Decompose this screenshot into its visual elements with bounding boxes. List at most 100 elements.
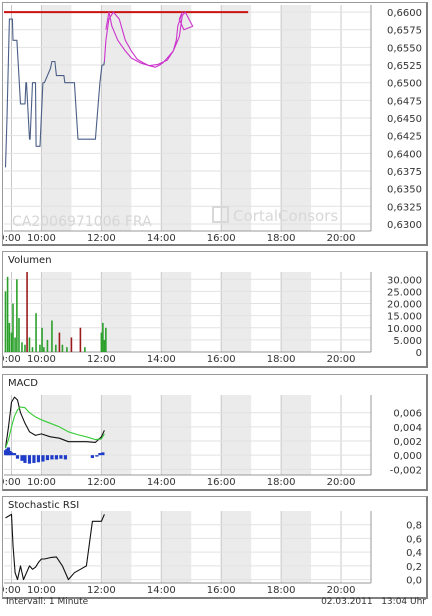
x-tick-label-2: 12:00 <box>87 477 116 488</box>
y-tick-label-4: 10.000 <box>387 324 422 335</box>
x-tick-label-6: 20:00 <box>327 477 356 488</box>
x-tick-label-2: 12:00 <box>87 354 116 365</box>
x-tick-label-4: 16:00 <box>207 477 236 488</box>
y-tick-label-2: 0,6550 <box>387 43 422 54</box>
y-tick-label-4: 0,0 <box>406 576 422 587</box>
volume-chart-panel: Volumen 30.000 25.000 20.000 15.000 10.000 5.… <box>0 251 428 368</box>
x-tick-label-6: 20:00 <box>327 233 356 244</box>
x-tick-label-5: 18:00 <box>267 354 296 365</box>
interval-label: Intervall: 1 Minute <box>6 597 89 607</box>
time-label: 13:04 Uhr <box>381 597 426 607</box>
y-tick-label-2: 0,4 <box>406 548 422 559</box>
macd-histogram-bar-17 <box>63 455 68 460</box>
y-tick-label-10: 0,6350 <box>387 185 422 196</box>
x-tick-label-2: 12:00 <box>87 233 116 244</box>
x-tick-label-6: 20:00 <box>327 585 356 596</box>
time-band-1 <box>101 395 132 475</box>
macd-histogram-bar-11 <box>36 455 41 463</box>
macd-histogram-bar-18 <box>90 455 94 459</box>
time-band-1 <box>101 511 132 583</box>
macd-histogram-bar-9 <box>27 455 32 464</box>
x-tick-label-4: 16:00 <box>207 233 236 244</box>
y-tick-label-1: 0,6575 <box>387 26 422 37</box>
x-tick-label-0: 9:00 <box>3 233 21 244</box>
time-band-2 <box>161 511 192 583</box>
x-tick-label-0: 9:00 <box>3 354 21 365</box>
macd-histogram-bar-6 <box>15 455 20 459</box>
y-tick-label-9: 0,6375 <box>387 167 422 178</box>
x-tick-label-1: 10:00 <box>27 354 56 365</box>
time-band-4 <box>281 395 312 475</box>
y-tick-label-1: 0,004 <box>393 423 422 434</box>
stochrsi-chart: 0,8 0,6 0,4 0,2 0,0 9:00 10:00 12:00 14:00 16:00 1… <box>0 511 422 596</box>
y-tick-label-12: 0,6300 <box>387 220 422 231</box>
x-tick-label-6: 20:00 <box>327 354 356 365</box>
time-band-3 <box>221 395 252 475</box>
y-tick-label-8: 0,6400 <box>387 149 422 160</box>
time-band-2 <box>161 395 192 475</box>
x-tick-label-4: 16:00 <box>207 585 236 596</box>
price-chart-panel: 0,6600 0,6575 0,6550 0,6525 0,6500 0,6475 0,64… <box>0 2 428 246</box>
date-label: 02.03.2011 <box>321 597 373 607</box>
y-tick-label-3: 0,6525 <box>387 61 422 72</box>
macd-histogram-bar-21 <box>101 452 105 456</box>
x-tick-label-3: 14:00 <box>147 354 176 365</box>
y-tick-label-0: 0,6600 <box>387 8 422 19</box>
y-tick-label-0: 30.000 <box>387 275 422 286</box>
y-tick-label-0: 0,8 <box>406 521 422 532</box>
macd-chart-panel: MACD 0,006 0,004 0,002 0,000 -0,002 9:00 10:00… <box>0 374 428 491</box>
macd-histogram-bar-5 <box>12 453 17 456</box>
macd-histogram-bar-10 <box>32 455 36 463</box>
macd-histogram-bar-19 <box>95 455 99 457</box>
macd-histogram-bar-12 <box>41 455 45 462</box>
macd-histogram-bar-4 <box>9 452 14 456</box>
time-band-0 <box>41 511 72 583</box>
y-tick-label-4: -0,002 <box>390 465 422 476</box>
x-tick-label-1: 10:00 <box>27 585 56 596</box>
timestamp: 02.03.2011 13:04 Uhr <box>321 597 426 607</box>
macd-histogram-bar-7 <box>20 455 24 461</box>
cortalconsors-logo: CortalConsors <box>233 207 338 225</box>
y-tick-label-11: 0,6325 <box>387 202 422 213</box>
x-tick-label-0: 9:00 <box>3 477 21 488</box>
x-tick-label-2: 12:00 <box>87 585 116 596</box>
x-tick-label-5: 18:00 <box>267 477 296 488</box>
y-tick-label-3: 0,000 <box>393 451 422 462</box>
x-tick-label-4: 16:00 <box>207 354 236 365</box>
x-tick-label-5: 18:00 <box>267 233 296 244</box>
isin-watermark: CA2006971006 FRA <box>12 214 152 230</box>
macd-histogram-bar-20 <box>98 453 102 456</box>
x-tick-label-1: 10:00 <box>27 477 56 488</box>
y-tick-label-0: 0,006 <box>393 409 422 420</box>
macd-histogram-bar-14 <box>50 455 54 460</box>
y-tick-label-2: 20.000 <box>387 300 422 311</box>
macd-chart: 0,006 0,004 0,002 0,000 -0,002 9:00 10:00 12:00… <box>0 395 422 488</box>
x-tick-label-0: 9:00 <box>3 585 21 596</box>
volume-chart: 30.00025.000 20.00015.00010.0005.0000 9:00… <box>0 272 422 365</box>
chart-footer: Intervall: 1 Minute 02.03.2011 13:04 Uhr <box>6 597 426 611</box>
y-tick-label-7: 0,6425 <box>387 132 422 143</box>
time-band-3 <box>221 511 252 583</box>
x-tick-label-5: 18:00 <box>267 585 296 596</box>
y-tick-label-1: 0,6 <box>406 534 422 545</box>
volume-panel-title: Volumen <box>8 255 52 266</box>
x-tick-label-1: 10:00 <box>27 233 56 244</box>
y-tick-label-1: 25.000 <box>387 287 422 298</box>
y-tick-label-2: 0,002 <box>393 437 422 448</box>
price-chart: 0,6600 0,6575 0,6550 0,6525 0,6500 0,6475 0,64… <box>0 5 422 244</box>
macd-histogram-bar-15 <box>54 455 59 460</box>
stochrsi-chart-panel: Stochastic RSI 0,8 0,6 0,4 0,2 0,0 9:00 10:00 1… <box>0 496 428 599</box>
x-tick-label-3: 14:00 <box>147 585 176 596</box>
x-tick-label-3: 14:00 <box>147 233 176 244</box>
time-band-4 <box>281 511 312 583</box>
y-tick-label-4: 0,6500 <box>387 79 422 90</box>
x-tick-label-3: 14:00 <box>147 477 176 488</box>
y-tick-label-5: 0,6475 <box>387 96 422 107</box>
macd-panel-title: MACD <box>8 378 38 389</box>
macd-histogram-bar-13 <box>45 455 50 461</box>
y-tick-label-5: 5.000 <box>393 336 422 347</box>
macd-histogram-bar-8 <box>23 455 27 463</box>
y-tick-label-3: 0,2 <box>406 562 422 573</box>
y-tick-label-3: 15.000 <box>387 312 422 323</box>
stochrsi-panel-title: Stochastic RSI <box>8 500 80 511</box>
